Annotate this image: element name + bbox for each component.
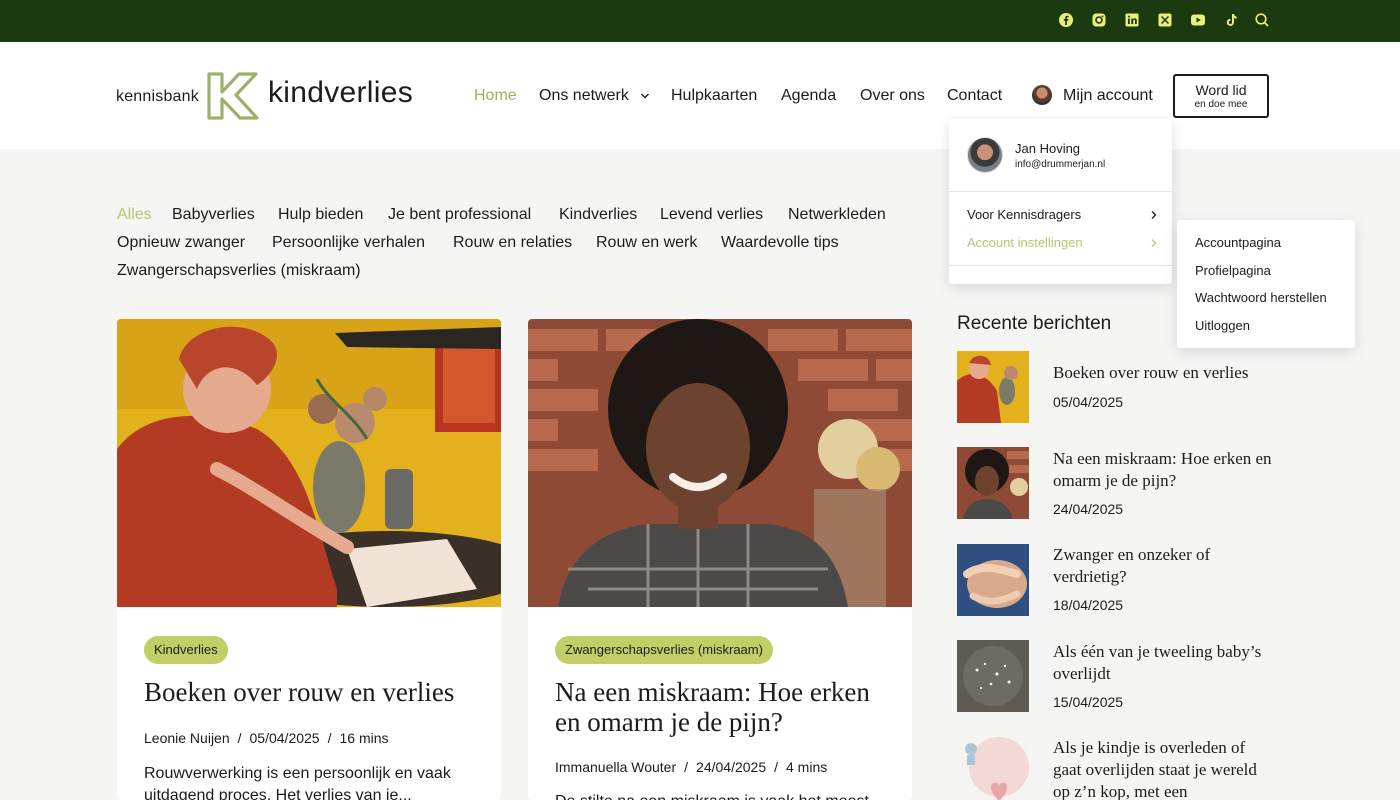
- recent-post-title[interactable]: Boeken over rouw en verlies: [1053, 362, 1273, 384]
- post-excerpt: Rouwverwerking is een persoonlijk en vaa…: [144, 765, 451, 800]
- category-opnieuw-zwanger[interactable]: Opnieuw zwanger: [117, 234, 245, 252]
- recent-post-date: 15/04/2025: [1053, 694, 1124, 710]
- nav-contact[interactable]: Contact: [947, 87, 1002, 105]
- recent-post-thumbnail[interactable]: [957, 640, 1029, 712]
- post-meta: Leonie Nuijen / 05/04/2025 / 16 mins: [144, 730, 389, 746]
- brand-small-text[interactable]: kennisbank: [116, 88, 199, 106]
- meta-separator: /: [237, 730, 242, 746]
- nav-over-ons[interactable]: Over ons: [860, 87, 925, 105]
- search-icon[interactable]: [1254, 12, 1270, 28]
- category-tag[interactable]: Zwangerschapsverlies (miskraam): [555, 636, 773, 664]
- facebook-icon[interactable]: [1058, 12, 1074, 28]
- avatar: [967, 137, 1003, 173]
- post-excerpt: De stilte na een miskraam is vaak het me…: [555, 791, 885, 800]
- post-date: 24/04/2025: [696, 759, 767, 775]
- submenu-accountpagina[interactable]: Accountpagina: [1195, 235, 1281, 250]
- nav-home[interactable]: Home: [474, 87, 517, 105]
- recent-post-title[interactable]: Zwanger en onzeker of verdrietig?: [1053, 544, 1273, 588]
- nav-ons-netwerk[interactable]: Ons netwerk: [539, 87, 629, 105]
- chevron-right-icon: [1151, 239, 1157, 247]
- category-waardevolle-tips[interactable]: Waardevolle tips: [721, 234, 839, 252]
- post-author[interactable]: Immanuella Wouter: [555, 759, 676, 775]
- post-date: 05/04/2025: [249, 730, 320, 746]
- meta-separator: /: [774, 759, 778, 775]
- word-lid-sublabel: en doe mee: [1194, 99, 1248, 110]
- category-netwerkleden[interactable]: Netwerkleden: [788, 206, 886, 224]
- category-alles[interactable]: Alles: [117, 206, 152, 224]
- recent-posts-title: Recente berichten: [957, 313, 1112, 334]
- submenu-profielpagina[interactable]: Profielpagina: [1195, 263, 1271, 278]
- account-name: Jan Hoving: [1015, 141, 1081, 156]
- recent-post-thumbnail[interactable]: [957, 447, 1029, 519]
- submenu-wachtwoord-herstellen[interactable]: Wachtwoord herstellen: [1195, 290, 1327, 305]
- post-read-time: 16 mins: [339, 730, 389, 746]
- youtube-icon[interactable]: [1190, 12, 1206, 28]
- post-meta: Immanuella Wouter / 24/04/2025 / 4 mins: [555, 759, 827, 775]
- avatar[interactable]: [1032, 85, 1052, 105]
- nav-hulpkaarten[interactable]: Hulpkaarten: [671, 87, 757, 105]
- top-bar: [0, 0, 1400, 42]
- nav-mijn-account[interactable]: Mijn account: [1063, 87, 1153, 105]
- brand-name[interactable]: kindverlies: [268, 76, 413, 110]
- recent-post-date: 24/04/2025: [1053, 501, 1124, 517]
- post-image[interactable]: [528, 319, 912, 607]
- post-title[interactable]: Na een miskraam: Hoe erken en omarm je d…: [555, 677, 895, 737]
- recent-post-thumbnail[interactable]: [957, 544, 1029, 616]
- category-hulp-bieden[interactable]: Hulp bieden: [278, 206, 363, 224]
- category-zwangerschapsverlies[interactable]: Zwangerschapsverlies (miskraam): [117, 262, 361, 280]
- word-lid-label: Word lid: [1195, 82, 1247, 98]
- menu-item-account-instellingen[interactable]: Account instellingen: [967, 235, 1083, 250]
- account-email: info@drummerjan.nl: [1015, 159, 1106, 170]
- post-card[interactable]: Kindverlies Boeken over rouw en verlies …: [117, 319, 501, 800]
- site-header: kennisbank kindverlies Home Ons netwerk …: [0, 42, 1400, 149]
- recent-post-date: 18/04/2025: [1053, 597, 1124, 613]
- category-kindverlies[interactable]: Kindverlies: [559, 206, 637, 224]
- category-persoonlijke-verhalen[interactable]: Persoonlijke verhalen: [272, 234, 425, 252]
- chevron-right-icon: [1151, 211, 1157, 219]
- post-image[interactable]: [117, 319, 501, 607]
- post-read-time: 4 mins: [786, 759, 828, 775]
- category-je-bent-professional[interactable]: Je bent professional: [388, 206, 531, 224]
- category-levend-verlies[interactable]: Levend verlies: [660, 206, 763, 224]
- account-dropdown: Jan Hoving info@drummerjan.nl Voor Kenni…: [949, 119, 1172, 284]
- category-rouw-en-werk[interactable]: Rouw en werk: [596, 234, 697, 252]
- word-lid-button[interactable]: Word lid en doe mee: [1173, 74, 1269, 118]
- tiktok-icon[interactable]: [1223, 12, 1239, 28]
- menu-item-voor-kennisdragers[interactable]: Voor Kennisdragers: [967, 207, 1081, 222]
- divider: [949, 265, 1172, 266]
- category-tag[interactable]: Kindverlies: [144, 636, 228, 664]
- category-babyverlies[interactable]: Babyverlies: [172, 206, 255, 224]
- account-submenu: Accountpagina Profielpagina Wachtwoord h…: [1177, 220, 1355, 348]
- logo-k-icon[interactable]: [206, 72, 260, 120]
- chevron-down-icon[interactable]: [640, 92, 650, 100]
- submenu-uitloggen[interactable]: Uitloggen: [1195, 318, 1250, 333]
- x-icon[interactable]: [1157, 12, 1173, 28]
- divider: [949, 191, 1172, 192]
- nav-agenda[interactable]: Agenda: [781, 87, 836, 105]
- post-card[interactable]: Zwangerschapsverlies (miskraam) Na een m…: [528, 319, 912, 800]
- recent-post-date: 05/04/2025: [1053, 394, 1124, 410]
- post-title[interactable]: Boeken over rouw en verlies: [144, 677, 484, 707]
- category-rouw-en-relaties[interactable]: Rouw en relaties: [453, 234, 572, 252]
- recent-post-thumbnail[interactable]: [957, 351, 1029, 423]
- meta-separator: /: [684, 759, 689, 775]
- instagram-icon[interactable]: [1091, 12, 1107, 28]
- recent-post-title[interactable]: Na een miskraam: Hoe erken en omarm je d…: [1053, 448, 1273, 492]
- linkedin-icon[interactable]: [1124, 12, 1140, 28]
- recent-post-thumbnail[interactable]: [957, 737, 1029, 800]
- post-author[interactable]: Leonie Nuijen: [144, 730, 230, 746]
- meta-separator: /: [327, 730, 332, 746]
- recent-post-title[interactable]: Als één van je tweeling baby’s overlijdt: [1053, 641, 1273, 685]
- recent-post-title[interactable]: Als je kindje is overleden of gaat overl…: [1053, 737, 1273, 800]
